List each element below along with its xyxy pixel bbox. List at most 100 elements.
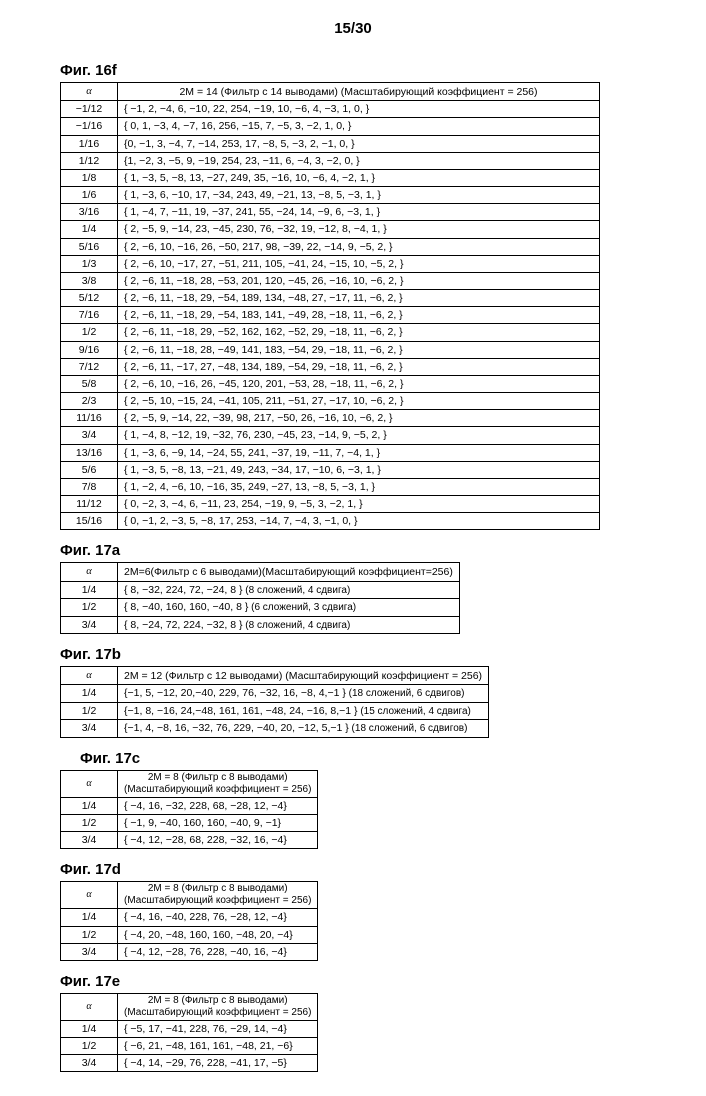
- alpha-cell: 3/4: [61, 1055, 118, 1072]
- coef-cell: { 0, 1, −3, 4, −7, 16, 256, −15, 7, −5, …: [118, 118, 600, 135]
- alpha-cell: 7/16: [61, 307, 118, 324]
- table-row: 1/8{ 1, −3, 5, −8, 13, −27, 249, 35, −16…: [61, 169, 600, 186]
- alpha-cell: 1/2: [61, 926, 118, 943]
- alpha-cell: 7/12: [61, 358, 118, 375]
- table-row: 3/4{ −4, 14, −29, 76, 228, −41, 17, −5}: [61, 1055, 318, 1072]
- coef-cell: { −1, 2, −4, 6, −10, 22, 254, −19, 10, −…: [118, 101, 600, 118]
- coef-cell: { −5, 17, −41, 228, 76, −29, 14, −4}: [118, 1020, 318, 1037]
- alpha-header: α: [86, 86, 92, 97]
- coef-cell: { −4, 12, −28, 76, 228, −40, 16, −4}: [118, 943, 318, 960]
- coef-cell: { 1, −3, 5, −8, 13, −27, 249, 35, −16, 1…: [118, 169, 600, 186]
- fig17e-label: Фиг. 17e: [60, 973, 646, 990]
- table-row: 1/16{0, −1, 3, −4, 7, −14, 253, 17, −8, …: [61, 135, 600, 152]
- table-row: 3/4{ −4, 12, −28, 76, 228, −40, 16, −4}: [61, 943, 318, 960]
- fig17a-table: α 2M=6(Фильтр с 6 выводами)(Масштабирующ…: [60, 562, 460, 634]
- alpha-cell: 1/3: [61, 255, 118, 272]
- alpha-cell: 3/8: [61, 272, 118, 289]
- fig17c-table: α 2M = 8 (Фильтр с 8 выводами)(Масштабир…: [60, 770, 318, 850]
- coef-cell: { 2, −6, 11, −18, 29, −54, 189, 134, −48…: [118, 290, 600, 307]
- alpha-cell: 11/12: [61, 496, 118, 513]
- table-row: −1/16{ 0, 1, −3, 4, −7, 16, 256, −15, 7,…: [61, 118, 600, 135]
- fig17d-table: α 2M = 8 (Фильтр с 8 выводами)(Масштабир…: [60, 881, 318, 961]
- alpha-cell: −1/16: [61, 118, 118, 135]
- alpha-cell: 15/16: [61, 513, 118, 530]
- table-row: 1/2{ −1, 9, −40, 160, 160, −40, 9, −1}: [61, 814, 318, 831]
- alpha-cell: 3/4: [61, 720, 118, 738]
- alpha-cell: 1/6: [61, 187, 118, 204]
- table-row: 1/2{ −6, 21, −48, 161, 161, −48, 21, −6}: [61, 1038, 318, 1055]
- alpha-cell: 13/16: [61, 444, 118, 461]
- table-row: 15/16{ 0, −1, 2, −3, 5, −8, 17, 253, −14…: [61, 513, 600, 530]
- table-row: 1/4{−1, 5, −12, 20,−40, 229, 76, −32, 16…: [61, 685, 489, 703]
- table-row: 1/4{ 8, −32, 224, 72, −24, 8 } (8 сложен…: [61, 581, 460, 599]
- table-row: 1/2{ 2, −6, 11, −18, 29, −52, 162, 162, …: [61, 324, 600, 341]
- fig17c-header: 2M = 8 (Фильтр с 8 выводами)(Масштабирую…: [118, 770, 318, 797]
- alpha-header: α: [86, 778, 91, 789]
- table-row: 3/4{ 8, −24, 72, 224, −32, 8 } (8 сложен…: [61, 616, 460, 634]
- table-row: 3/4{ −4, 12, −28, 68, 228, −32, 16, −4}: [61, 832, 318, 849]
- alpha-header: α: [86, 670, 92, 681]
- table-row: 1/4{ 2, −5, 9, −14, 23, −45, 230, 76, −3…: [61, 221, 600, 238]
- alpha-cell: 1/4: [61, 685, 118, 703]
- coef-cell: { −1, 9, −40, 160, 160, −40, 9, −1}: [118, 814, 318, 831]
- coef-cell: { 2, −5, 10, −15, 24, −41, 105, 211, −51…: [118, 393, 600, 410]
- alpha-cell: 2/3: [61, 393, 118, 410]
- alpha-cell: 1/4: [61, 909, 118, 926]
- alpha-cell: 1/2: [61, 814, 118, 831]
- table-row: 1/2{ 8, −40, 160, 160, −40, 8 } (6 сложе…: [61, 599, 460, 617]
- coef-cell: { 0, −1, 2, −3, 5, −8, 17, 253, −14, 7, …: [118, 513, 600, 530]
- table-row: 5/16{ 2, −6, 10, −16, 26, −50, 217, 98, …: [61, 238, 600, 255]
- alpha-cell: 1/4: [61, 221, 118, 238]
- coef-cell: { 2, −6, 11, −18, 28, −49, 141, 183, −54…: [118, 341, 600, 358]
- fig16f-table: α 2M = 14 (Фильтр с 14 выводами) (Масшта…: [60, 82, 600, 530]
- table-row: 3/4{−1, 4, −8, 16, −32, 76, 229, −40, 20…: [61, 720, 489, 738]
- table-row: 1/4{ −4, 16, −40, 228, 76, −28, 12, −4}: [61, 909, 318, 926]
- table-row: 5/12{ 2, −6, 11, −18, 29, −54, 189, 134,…: [61, 290, 600, 307]
- coef-cell: { 2, −6, 11, −17, 27, −48, 134, 189, −54…: [118, 358, 600, 375]
- table-row: 5/6{ 1, −3, 5, −8, 13, −21, 49, 243, −34…: [61, 461, 600, 478]
- alpha-cell: 9/16: [61, 341, 118, 358]
- coef-cell: { 8, −24, 72, 224, −32, 8 } (8 сложений,…: [118, 616, 460, 634]
- table-row: 11/12{ 0, −2, 3, −4, 6, −11, 23, 254, −1…: [61, 496, 600, 513]
- table-row: 2/3{ 2, −5, 10, −15, 24, −41, 105, 211, …: [61, 393, 600, 410]
- table-row: 1/2{−1, 8, −16, 24,−48, 161, 161, −48, 2…: [61, 702, 489, 720]
- table-row: 5/8{ 2, −6, 10, −16, 26, −45, 120, 201, …: [61, 375, 600, 392]
- alpha-cell: 1/2: [61, 324, 118, 341]
- alpha-cell: 5/8: [61, 375, 118, 392]
- fig17c-label: Фиг. 17c: [60, 750, 646, 767]
- coef-cell: { 2, −6, 11, −18, 29, −52, 162, 162, −52…: [118, 324, 600, 341]
- fig16f-header: 2M = 14 (Фильтр с 14 выводами) (Масштаби…: [118, 83, 600, 101]
- alpha-cell: 1/2: [61, 1038, 118, 1055]
- coef-cell: { 0, −2, 3, −4, 6, −11, 23, 254, −19, 9,…: [118, 496, 600, 513]
- table-row: 3/8{ 2, −6, 11, −18, 28, −53, 201, 120, …: [61, 272, 600, 289]
- fig16f-label: Фиг. 16f: [60, 62, 646, 79]
- coef-cell: {−1, 8, −16, 24,−48, 161, 161, −48, 24, …: [118, 702, 489, 720]
- table-row: 1/4{ −4, 16, −32, 228, 68, −28, 12, −4}: [61, 797, 318, 814]
- page-number: 15/30: [60, 20, 646, 37]
- table-row: 11/16{ 2, −5, 9, −14, 22, −39, 98, 217, …: [61, 410, 600, 427]
- alpha-cell: 1/8: [61, 169, 118, 186]
- fig17d-label: Фиг. 17d: [60, 861, 646, 878]
- alpha-cell: 3/16: [61, 204, 118, 221]
- coef-cell: { 2, −6, 10, −17, 27, −51, 211, 105, −41…: [118, 255, 600, 272]
- table-row: 7/16{ 2, −6, 11, −18, 29, −54, 183, 141,…: [61, 307, 600, 324]
- table-row: 1/2{ −4, 20, −48, 160, 160, −48, 20, −4}: [61, 926, 318, 943]
- alpha-header: α: [86, 1001, 91, 1012]
- table-row: 13/16{ 1, −3, 6, −9, 14, −24, 55, 241, −…: [61, 444, 600, 461]
- alpha-cell: 1/4: [61, 581, 118, 599]
- fig17b-table: α 2M = 12 (Фильтр с 12 выводами) (Масшта…: [60, 666, 489, 738]
- alpha-cell: 7/8: [61, 478, 118, 495]
- coef-cell: { 1, −3, 6, −9, 14, −24, 55, 241, −37, 1…: [118, 444, 600, 461]
- coef-cell: { 8, −32, 224, 72, −24, 8 } (8 сложений,…: [118, 581, 460, 599]
- coef-cell: {1, −2, 3, −5, 9, −19, 254, 23, −11, 6, …: [118, 152, 600, 169]
- table-row: 1/3{ 2, −6, 10, −17, 27, −51, 211, 105, …: [61, 255, 600, 272]
- table-row: 7/12{ 2, −6, 11, −17, 27, −48, 134, 189,…: [61, 358, 600, 375]
- fig17a-label: Фиг. 17a: [60, 542, 646, 559]
- alpha-cell: 3/4: [61, 427, 118, 444]
- coef-cell: { −6, 21, −48, 161, 161, −48, 21, −6}: [118, 1038, 318, 1055]
- coef-cell: {−1, 4, −8, 16, −32, 76, 229, −40, 20, −…: [118, 720, 489, 738]
- alpha-cell: 5/12: [61, 290, 118, 307]
- coef-cell: {−1, 5, −12, 20,−40, 229, 76, −32, 16, −…: [118, 685, 489, 703]
- coef-cell: { 2, −5, 9, −14, 22, −39, 98, 217, −50, …: [118, 410, 600, 427]
- coef-cell: { −4, 14, −29, 76, 228, −41, 17, −5}: [118, 1055, 318, 1072]
